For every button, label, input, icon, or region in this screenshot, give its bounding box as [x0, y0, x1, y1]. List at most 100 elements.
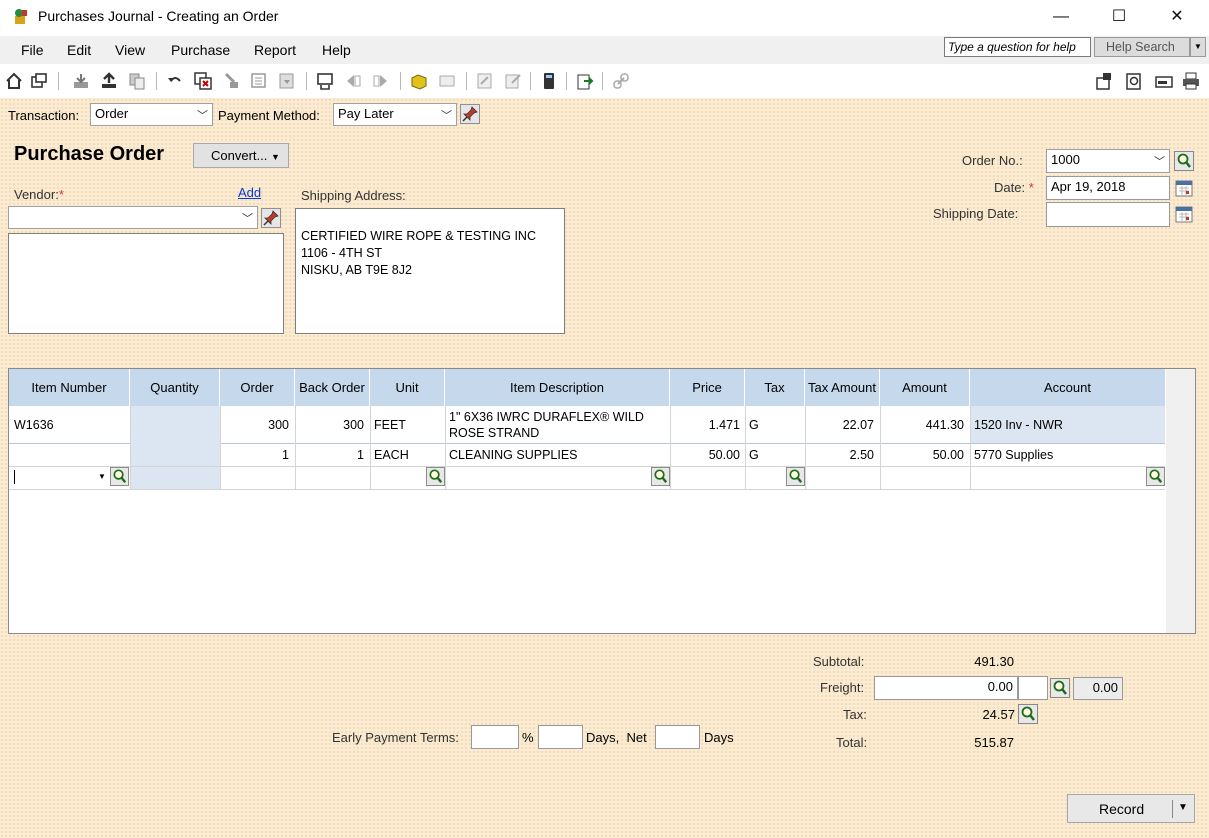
- customize-icon[interactable]: [1095, 72, 1113, 90]
- column-header-back-order[interactable]: Back Order: [295, 369, 370, 406]
- caret-down-icon[interactable]: ▼: [1178, 802, 1188, 813]
- cell-item-number[interactable]: W1636: [14, 418, 54, 432]
- calculator-icon[interactable]: [540, 72, 558, 90]
- freight-tax-lookup-icon[interactable]: [1050, 678, 1070, 698]
- remove-icon[interactable]: [194, 72, 212, 90]
- menu-view[interactable]: View: [115, 42, 145, 58]
- shipping-date-field[interactable]: [1046, 202, 1170, 227]
- upload-icon[interactable]: [100, 72, 118, 90]
- menu-file[interactable]: File: [21, 42, 44, 58]
- cell-description[interactable]: 1" 6X36 IWRC DURAFLEX® WILD ROSE STRAND: [449, 409, 667, 441]
- payment-method-pin-button[interactable]: [460, 104, 480, 124]
- sort-icon[interactable]: [222, 72, 240, 90]
- recall-icon[interactable]: [278, 72, 296, 90]
- column-header-tax[interactable]: Tax: [745, 369, 805, 406]
- cell-price[interactable]: 50.00: [674, 448, 740, 462]
- export-icon[interactable]: [576, 72, 594, 90]
- link-icon[interactable]: [612, 72, 630, 90]
- next-icon[interactable]: [372, 72, 390, 90]
- menu-edit[interactable]: Edit: [67, 42, 91, 58]
- email-icon[interactable]: [1155, 72, 1173, 90]
- calendar-icon[interactable]: [1174, 178, 1194, 198]
- cell-tax[interactable]: G: [749, 448, 759, 462]
- maximize-button[interactable]: ☐: [1090, 0, 1148, 34]
- description-lookup-icon[interactable]: [651, 467, 670, 486]
- column-header-account[interactable]: Account: [970, 369, 1165, 406]
- column-header-quantity[interactable]: Quantity: [130, 369, 220, 406]
- required-mark: *: [1028, 180, 1034, 195]
- printer-icon[interactable]: [1182, 72, 1200, 90]
- fill-icon[interactable]: [250, 72, 268, 90]
- cell-account[interactable]: 1520 Inv - NWR: [974, 418, 1063, 432]
- net-days-field[interactable]: [655, 725, 700, 749]
- item-lookup-icon[interactable]: [110, 467, 129, 486]
- unit-lookup-icon[interactable]: [426, 467, 445, 486]
- add-vendor-link[interactable]: Add: [238, 185, 261, 200]
- message-icon[interactable]: [438, 72, 456, 90]
- transaction-select[interactable]: Order ﹀: [90, 103, 213, 126]
- cell-amount[interactable]: 441.30: [884, 418, 964, 432]
- order-no-value: 1000: [1051, 152, 1080, 167]
- column-header-order[interactable]: Order: [220, 369, 295, 406]
- tax-detail-lookup-icon[interactable]: [1018, 704, 1038, 724]
- cell-order[interactable]: 300: [225, 418, 289, 432]
- column-header-price[interactable]: Price: [670, 369, 745, 406]
- minimize-button[interactable]: —: [1032, 0, 1090, 34]
- close-button[interactable]: ✕: [1148, 0, 1206, 34]
- cell-price[interactable]: 1.471: [674, 418, 740, 432]
- cell-tax-amount[interactable]: 22.07: [808, 418, 874, 432]
- window-icon[interactable]: [30, 72, 48, 90]
- adjust-icon[interactable]: [316, 72, 334, 90]
- caret-down-icon[interactable]: ▼: [98, 472, 106, 481]
- payment-method-select[interactable]: Pay Later ﹀: [333, 103, 457, 126]
- calendar-icon[interactable]: [1174, 204, 1194, 224]
- edit-icon[interactable]: [504, 72, 522, 90]
- help-search-dropdown[interactable]: ▼: [1190, 37, 1206, 57]
- subtotal-label: Subtotal:: [813, 654, 865, 669]
- cell-unit[interactable]: FEET: [374, 418, 406, 432]
- freight-tax-code-field[interactable]: [1018, 676, 1048, 700]
- grid-scrollbar[interactable]: [1166, 369, 1195, 633]
- menu-report[interactable]: Report: [254, 42, 296, 58]
- shipping-address-box[interactable]: CERTIFIED WIRE ROPE & TESTING INC 1106 -…: [295, 208, 565, 334]
- account-lookup-icon[interactable]: [1146, 467, 1165, 486]
- column-header-tax-amount[interactable]: Tax Amount: [805, 369, 880, 406]
- column-header-amount[interactable]: Amount: [880, 369, 970, 406]
- home-icon[interactable]: [5, 72, 23, 90]
- lookup-icon[interactable]: [476, 72, 494, 90]
- cell-back-order[interactable]: 300: [300, 418, 364, 432]
- tax-lookup-icon[interactable]: [786, 467, 805, 486]
- cell-account[interactable]: 5770 Supplies: [974, 448, 1053, 462]
- date-field[interactable]: Apr 19, 2018: [1046, 176, 1170, 200]
- vendor-pin-button[interactable]: [261, 208, 281, 228]
- column-header-item-number[interactable]: Item Number: [9, 369, 130, 406]
- first-icon[interactable]: [344, 72, 362, 90]
- vendor-address-box[interactable]: [8, 233, 284, 334]
- freight-field[interactable]: 0.00: [874, 676, 1018, 700]
- record-button[interactable]: Record ▼: [1067, 794, 1195, 823]
- copy-icon[interactable]: [128, 72, 146, 90]
- vendor-select[interactable]: ﹀: [8, 206, 258, 229]
- column-header-item-description[interactable]: Item Description: [445, 369, 670, 406]
- cell-back-order[interactable]: 1: [300, 448, 364, 462]
- undo-icon[interactable]: [166, 72, 184, 90]
- menu-purchase[interactable]: Purchase: [171, 42, 230, 58]
- cell-tax[interactable]: G: [749, 418, 759, 432]
- cell-description[interactable]: CLEANING SUPPLIES: [449, 448, 578, 462]
- print-save-icon[interactable]: [72, 72, 90, 90]
- cell-tax-amount[interactable]: 2.50: [808, 448, 874, 462]
- track-icon[interactable]: [410, 72, 428, 90]
- help-search-button[interactable]: Help Search: [1094, 37, 1190, 57]
- column-header-unit[interactable]: Unit: [370, 369, 445, 406]
- discount-days-field[interactable]: [538, 725, 583, 749]
- menu-help[interactable]: Help: [322, 42, 351, 58]
- discount-percent-field[interactable]: [471, 725, 519, 749]
- help-question-input[interactable]: Type a question for help: [944, 37, 1091, 57]
- preview-icon[interactable]: [1125, 72, 1143, 90]
- convert-button[interactable]: Convert... ▼: [193, 143, 289, 168]
- cell-order[interactable]: 1: [225, 448, 289, 462]
- order-no-select[interactable]: 1000 ﹀: [1046, 149, 1170, 173]
- cell-unit[interactable]: EACH: [374, 448, 409, 462]
- order-lookup-icon[interactable]: [1174, 151, 1194, 171]
- cell-amount[interactable]: 50.00: [884, 448, 964, 462]
